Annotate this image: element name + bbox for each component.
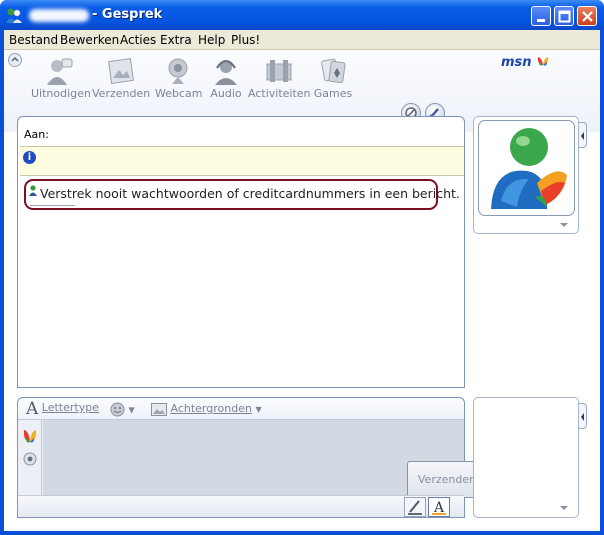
avatar-options-arrow-icon[interactable] bbox=[560, 223, 568, 227]
emoticon-button[interactable]: ▼ bbox=[110, 402, 135, 417]
text-mode-button[interactable]: A bbox=[428, 497, 450, 517]
activities-icon bbox=[266, 60, 292, 82]
wink-icon[interactable] bbox=[21, 426, 39, 444]
webcam-label: Webcam bbox=[155, 87, 203, 100]
input-mode-bar: A bbox=[18, 495, 464, 517]
window-title: - Gesprek bbox=[92, 7, 163, 22]
games-icon bbox=[321, 58, 346, 84]
text-a-icon: A bbox=[432, 500, 446, 516]
message-input[interactable]: Verzenden bbox=[43, 420, 487, 498]
send-files-tool[interactable]: Verzenden bbox=[92, 56, 150, 100]
maximize-icon bbox=[558, 10, 571, 23]
window-client: Bestand Bewerken Acties Extra Help Plus!… bbox=[4, 30, 600, 531]
minimize-button[interactable] bbox=[531, 6, 551, 26]
contact-avatar-panel bbox=[473, 116, 579, 234]
font-a-icon: A bbox=[26, 399, 39, 419]
webcam-icon bbox=[168, 58, 188, 84]
audio-tool[interactable]: Audio bbox=[206, 56, 246, 100]
font-label: Lettertype bbox=[41, 401, 99, 414]
collapse-toolbar-button[interactable] bbox=[8, 53, 22, 67]
invite-tool[interactable]: Uitnodigen bbox=[31, 56, 91, 100]
emoticon-smiley-icon bbox=[110, 402, 125, 417]
to-label: Aan: bbox=[24, 128, 49, 141]
voice-clip-icon[interactable] bbox=[22, 451, 38, 467]
msn-butterfly-icon bbox=[537, 57, 549, 66]
backgrounds-button[interactable]: Achtergronden ▼ bbox=[151, 402, 262, 416]
info-icon: i bbox=[23, 151, 36, 164]
webcam-tool[interactable]: Webcam bbox=[155, 56, 203, 100]
games-label: Games bbox=[313, 87, 353, 100]
close-button[interactable] bbox=[577, 6, 597, 26]
messenger-buddy-icon bbox=[29, 185, 37, 196]
menu-acties[interactable]: Acties bbox=[120, 33, 156, 47]
activities-label: Activiteiten bbox=[248, 87, 311, 100]
audio-label: Audio bbox=[210, 87, 242, 100]
chevron-down-icon: ▼ bbox=[255, 405, 262, 414]
games-tool[interactable]: Games bbox=[313, 56, 353, 100]
send-files-label: Verzenden bbox=[92, 87, 151, 100]
backgrounds-label: Achtergronden bbox=[170, 402, 252, 415]
input-side-icons bbox=[18, 420, 42, 495]
contact-name-redacted bbox=[29, 9, 89, 22]
contact-avatar[interactable] bbox=[478, 120, 575, 216]
info-bar: i bbox=[20, 146, 464, 176]
minimize-icon bbox=[537, 19, 545, 22]
invite-contact-icon bbox=[47, 58, 73, 85]
menu-bewerken[interactable]: Bewerken bbox=[60, 33, 119, 47]
my-avatar-panel bbox=[473, 397, 579, 518]
send-files-icon bbox=[108, 58, 134, 84]
security-warning: Verstrek nooit wachtwoorden of creditcar… bbox=[24, 179, 460, 210]
chevron-down-icon: ▼ bbox=[128, 405, 135, 415]
avatar-panel-toggle[interactable] bbox=[579, 122, 587, 148]
msn-logo-text: msn bbox=[501, 55, 532, 70]
msn-buddy-avatar-icon bbox=[491, 128, 567, 209]
chat-window: - Gesprek Bestand Bewerken Acties Extra … bbox=[0, 0, 604, 535]
title-bar[interactable]: - Gesprek bbox=[0, 0, 604, 30]
menu-help[interactable]: Help bbox=[198, 33, 225, 47]
maximize-button[interactable] bbox=[554, 6, 574, 26]
close-icon bbox=[582, 11, 593, 22]
menu-bestand[interactable]: Bestand bbox=[9, 33, 58, 47]
msn-logo: msn bbox=[501, 55, 550, 70]
font-button[interactable]: A Lettertype bbox=[26, 399, 99, 419]
message-input-panel: A Lettertype ▼ Achtergronden ▼ Verzenden… bbox=[17, 397, 487, 518]
my-avatar-options-arrow-icon[interactable] bbox=[560, 506, 568, 510]
invite-label: Uitnodigen bbox=[31, 87, 91, 100]
my-avatar-panel-toggle[interactable] bbox=[579, 403, 587, 429]
messenger-app-icon[interactable] bbox=[5, 7, 23, 24]
chevron-left-icon bbox=[581, 413, 584, 421]
menu-plus[interactable]: Plus! bbox=[231, 33, 260, 47]
pen-icon bbox=[408, 500, 422, 515]
handwriting-mode-button[interactable] bbox=[404, 497, 426, 517]
conversation-panel: Aan: i Verstrek nooit wachtwoorden of cr… bbox=[17, 116, 465, 388]
activities-tool[interactable]: Activiteiten bbox=[248, 56, 311, 100]
audio-headset-icon bbox=[215, 59, 237, 85]
warning-divider bbox=[30, 205, 75, 206]
menu-bar: Bestand Bewerken Acties Extra Help Plus! bbox=[4, 30, 600, 50]
chevron-left-icon bbox=[581, 132, 584, 140]
send-label: Verzenden bbox=[417, 473, 477, 486]
warning-text: Verstrek nooit wachtwoorden of creditcar… bbox=[40, 186, 460, 201]
chevron-up-icon bbox=[11, 56, 19, 62]
format-toolbar: A Lettertype ▼ Achtergronden ▼ bbox=[18, 398, 464, 420]
background-image-icon bbox=[151, 402, 167, 416]
menu-extra[interactable]: Extra bbox=[160, 33, 192, 47]
